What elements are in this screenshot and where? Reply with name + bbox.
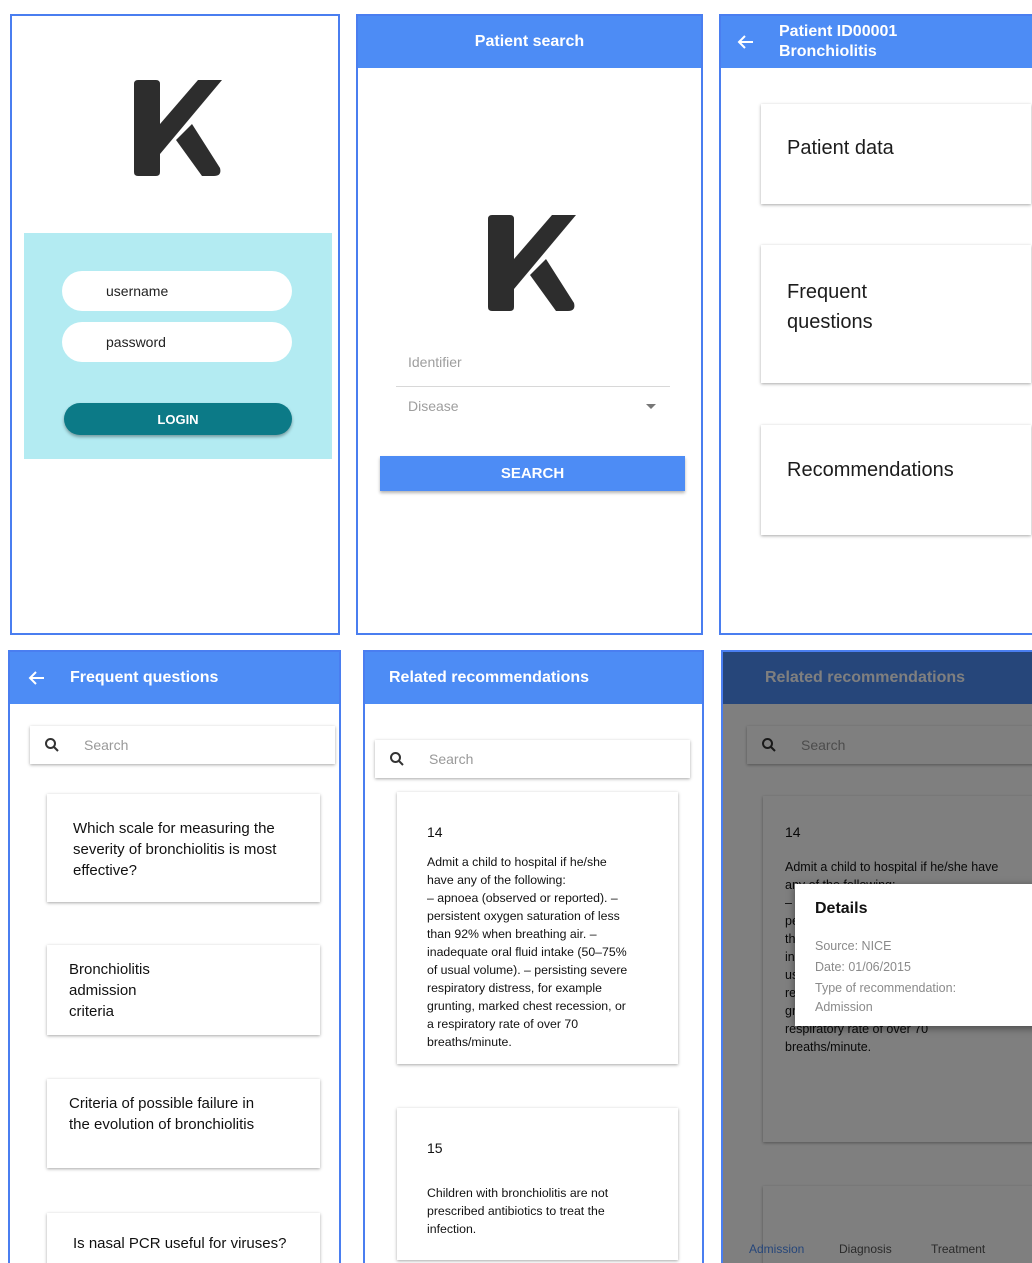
type-value: Admission xyxy=(815,1000,873,1014)
search-icon xyxy=(45,738,59,752)
page-title: Patient search xyxy=(474,33,585,50)
username-placeholder: username xyxy=(106,283,169,299)
source-value: Source: NICE xyxy=(815,939,892,953)
disease-placeholder: Disease xyxy=(408,398,459,414)
search-input[interactable]: Search xyxy=(375,740,690,778)
back-button[interactable] xyxy=(733,29,759,55)
patient-header: Patient ID00001 Bronchiolitis xyxy=(779,22,897,62)
related-recommendations-screen: Related recommendations Search 14 Admit … xyxy=(363,650,704,1263)
recommendation-text: Admit a child to hospital if he/she have… xyxy=(427,855,628,1049)
app-logo xyxy=(134,80,222,176)
app-bar: Frequent questions xyxy=(10,652,339,704)
page-title: Frequent questions xyxy=(70,669,219,686)
arrow-back-icon xyxy=(28,671,44,685)
question-card[interactable]: Bronchiolitis admission criteria xyxy=(47,945,320,1035)
question-text: Is nasal PCR useful for viruses? xyxy=(73,1235,287,1252)
question-text: Bronchiolitis admission criteria xyxy=(69,961,150,1020)
login-button-label: LOGIN xyxy=(157,411,199,427)
question-card[interactable]: Criteria of possible failure in the evolu… xyxy=(47,1079,320,1168)
app-logo xyxy=(488,215,576,311)
recommendation-number: 14 xyxy=(427,824,443,840)
dropdown-arrow-icon xyxy=(646,404,656,409)
question-text: Criteria of possible failure in the evolu… xyxy=(69,1095,255,1133)
date-value: Date: 01/06/2015 xyxy=(815,960,911,974)
login-screen: username password LOGIN xyxy=(10,14,340,635)
login-button[interactable]: LOGIN xyxy=(64,403,292,435)
arrow-back-icon xyxy=(737,35,753,49)
recommendation-text: Children with bronchiolitis are not pres… xyxy=(427,1186,609,1236)
card-label: Frequent questions xyxy=(787,281,873,333)
recommendation-details-screen: Related recommendations Search 14 Admit … xyxy=(721,650,1032,1263)
question-card[interactable]: Which scale for measuring the severity of… xyxy=(47,794,320,902)
recommendation-card[interactable]: 14 Admit a child to hospital if he/she h… xyxy=(397,792,678,1064)
back-button[interactable] xyxy=(24,665,50,691)
identifier-field[interactable]: Identifier xyxy=(396,348,670,387)
search-button-label: SEARCH xyxy=(500,465,565,482)
username-field[interactable]: username xyxy=(62,271,292,311)
frequent-questions-card[interactable]: Frequent questions xyxy=(761,245,1031,383)
recommendations-card[interactable]: Recommendations xyxy=(761,425,1031,535)
patient-disease: Bronchiolitis xyxy=(779,43,877,60)
patient-id: Patient ID00001 xyxy=(779,23,898,40)
recommendation-number: 15 xyxy=(427,1140,443,1156)
card-label: Patient data xyxy=(787,137,894,159)
question-card[interactable]: Is nasal PCR useful for viruses? xyxy=(47,1213,320,1263)
patient-data-card[interactable]: Patient data xyxy=(761,104,1031,204)
patient-menu-screen: Patient ID00001 Bronchiolitis Patient da… xyxy=(719,14,1032,635)
details-fields: Source: NICE Date: 01/06/2015 Type of re… xyxy=(815,936,956,1015)
dialog-title: Details xyxy=(815,900,868,917)
app-bar: Related recommendations xyxy=(365,652,702,704)
recommendation-card[interactable]: 15 Children with bronchiolitis are not p… xyxy=(397,1108,678,1260)
app-bar: Patient ID00001 Bronchiolitis xyxy=(721,16,1032,68)
disease-select[interactable]: Disease xyxy=(396,392,670,430)
password-field[interactable]: password xyxy=(62,322,292,362)
app-bar: Patient search xyxy=(358,16,701,68)
search-button[interactable]: SEARCH xyxy=(380,456,685,491)
patient-search-screen: Patient search Identifier Disease SEARCH xyxy=(356,14,703,635)
password-placeholder: password xyxy=(106,334,166,350)
login-panel: username password LOGIN xyxy=(24,233,332,459)
search-icon xyxy=(390,752,404,766)
identifier-placeholder: Identifier xyxy=(408,354,462,370)
search-input[interactable]: Search xyxy=(30,726,335,764)
details-dialog: Details Source: NICE Date: 01/06/2015 Ty… xyxy=(795,884,1032,1026)
frequent-questions-screen: Frequent questions Search Which scale fo… xyxy=(8,650,341,1263)
search-placeholder: Search xyxy=(429,751,474,767)
card-label: Recommendations xyxy=(787,459,954,481)
question-text: Which scale for measuring the severity of… xyxy=(73,820,277,879)
search-placeholder: Search xyxy=(84,737,129,753)
type-label: Type of recommendation: xyxy=(815,981,957,995)
page-title: Related recommendations xyxy=(389,669,590,686)
